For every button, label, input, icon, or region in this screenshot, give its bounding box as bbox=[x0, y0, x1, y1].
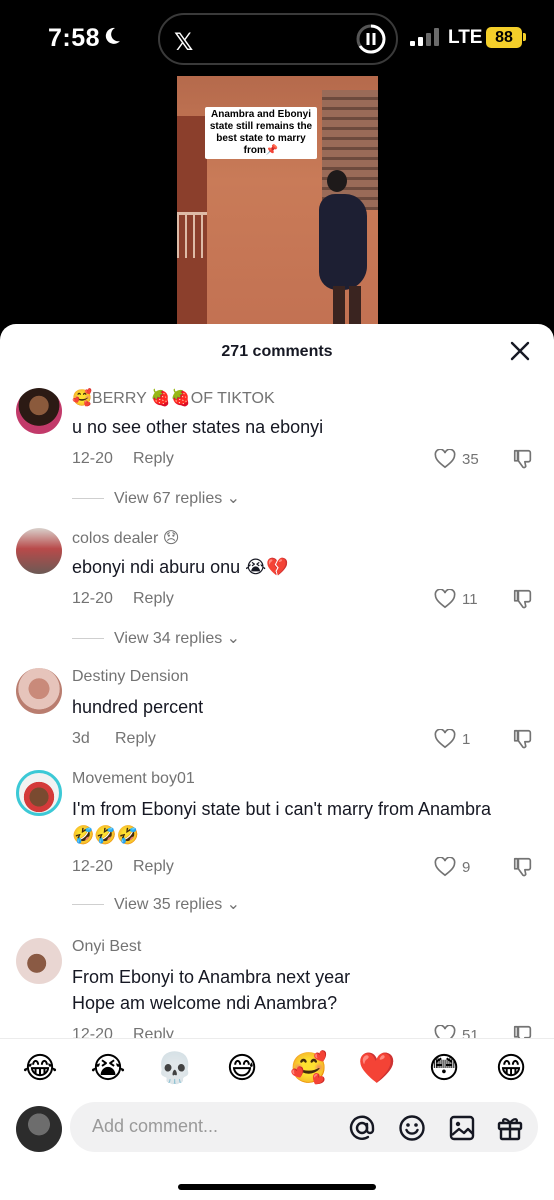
comment-username[interactable]: 🥰BERRY 🍓🍓OF TIKTOK bbox=[72, 388, 275, 408]
reply-button[interactable]: Reply bbox=[133, 1026, 174, 1038]
sheet-header: 271 comments bbox=[0, 324, 554, 378]
emoji-icon[interactable] bbox=[398, 1114, 426, 1142]
reply-button[interactable]: Reply bbox=[115, 730, 156, 748]
thumbs-down-icon[interactable] bbox=[512, 448, 534, 470]
comment-date: 12-20 bbox=[72, 858, 113, 875]
divider-line bbox=[72, 638, 104, 640]
dynamic-island[interactable]: 𝕏 bbox=[158, 13, 398, 65]
heart-icon[interactable] bbox=[434, 729, 456, 749]
comment-input-placeholder: Add comment... bbox=[92, 1116, 219, 1136]
view-replies-button[interactable]: View 34 replies ⌄ bbox=[72, 628, 240, 648]
emoji-button[interactable]: 😂 bbox=[20, 1049, 60, 1089]
comment-item: colos dealer 😞 ebonyi ndi aburu onu 😭💔 1… bbox=[0, 522, 554, 658]
heart-icon[interactable] bbox=[434, 1025, 456, 1038]
comment-date: 12-20 bbox=[72, 590, 113, 607]
emoji-button[interactable]: 😭 bbox=[88, 1049, 128, 1089]
video-caption: Anambra and Ebonyi state still remains t… bbox=[205, 107, 317, 159]
chevron-down-icon: ⌄ bbox=[226, 490, 241, 507]
avatar[interactable] bbox=[16, 938, 62, 984]
video-person bbox=[319, 170, 367, 336]
comment-count: 271 comments bbox=[221, 343, 333, 360]
comment-text: u no see other states na ebonyi bbox=[72, 417, 324, 437]
chevron-down-icon: ⌄ bbox=[226, 630, 241, 647]
emoji-button[interactable]: 😁 bbox=[491, 1049, 531, 1089]
emoji-quick-bar: 😂 😭 💀 😅 🥰 ❤️ 😳 😁 bbox=[0, 1038, 554, 1094]
status-bar: 7:58 𝕏 LTE 88 bbox=[0, 0, 554, 76]
comment-username[interactable]: colos dealer 😞 bbox=[72, 528, 179, 548]
reply-button[interactable]: Reply bbox=[133, 590, 174, 608]
like-count: 11 bbox=[462, 591, 478, 608]
thumbs-down-icon[interactable] bbox=[512, 856, 534, 878]
heart-icon[interactable] bbox=[434, 857, 456, 877]
comment-date: 12-20 bbox=[72, 450, 113, 467]
x-logo-icon: 𝕏 bbox=[174, 29, 194, 56]
video-player[interactable]: Anambra and Ebonyi state still remains t… bbox=[177, 76, 378, 336]
comment-date: 12-20 bbox=[72, 1026, 113, 1038]
pause-icon[interactable] bbox=[356, 24, 386, 54]
chevron-down-icon: ⌄ bbox=[226, 896, 241, 913]
emoji-button[interactable]: ❤️ bbox=[357, 1049, 397, 1089]
video-railing bbox=[177, 212, 207, 258]
divider-line bbox=[72, 904, 104, 906]
like-count: 51 bbox=[462, 1027, 479, 1038]
emoji-button[interactable]: 🥰 bbox=[289, 1049, 329, 1089]
view-replies-button[interactable]: View 35 replies ⌄ bbox=[72, 894, 240, 914]
comment-input-bar: Add comment... bbox=[0, 1096, 554, 1170]
comments-list[interactable]: 🥰BERRY 🍓🍓OF TIKTOK u no see other states… bbox=[0, 378, 554, 1038]
view-replies-label: View 34 replies bbox=[114, 630, 223, 647]
reply-button[interactable]: Reply bbox=[133, 450, 174, 468]
view-replies-label: View 67 replies bbox=[114, 490, 223, 507]
reply-button[interactable]: Reply bbox=[133, 858, 174, 876]
battery-icon: 88 bbox=[486, 27, 522, 48]
like-count: 1 bbox=[462, 731, 471, 748]
comment-username[interactable]: Onyi Best bbox=[72, 938, 141, 956]
my-avatar bbox=[16, 1106, 62, 1152]
comment-item: Movement boy01 I'm from Ebonyi state but… bbox=[0, 764, 554, 926]
comment-date: 3d bbox=[72, 730, 90, 747]
thumbs-down-icon[interactable] bbox=[512, 588, 534, 610]
clock: 7:58 bbox=[48, 24, 101, 52]
comment-item: 🥰BERRY 🍓🍓OF TIKTOK u no see other states… bbox=[0, 382, 554, 518]
person-head bbox=[327, 170, 347, 192]
comment-input[interactable]: Add comment... bbox=[70, 1102, 538, 1152]
battery-tip bbox=[523, 33, 526, 41]
like-count: 9 bbox=[462, 859, 471, 876]
avatar[interactable] bbox=[16, 388, 62, 434]
network-type: LTE bbox=[448, 27, 483, 48]
thumbs-down-icon[interactable] bbox=[512, 1024, 534, 1038]
image-icon[interactable] bbox=[448, 1114, 476, 1142]
emoji-button[interactable]: 💀 bbox=[155, 1049, 195, 1089]
comment-text: I'm from Ebonyi state but i can't marry … bbox=[72, 799, 492, 845]
comments-sheet: 271 comments 🥰BERRY 🍓🍓OF TIKTOK u no see… bbox=[0, 324, 554, 1200]
mention-icon[interactable] bbox=[348, 1114, 376, 1142]
thumbs-down-icon[interactable] bbox=[512, 728, 534, 750]
view-replies-button[interactable]: View 67 replies ⌄ bbox=[72, 488, 240, 508]
divider-line bbox=[72, 498, 104, 500]
home-indicator[interactable] bbox=[178, 1184, 376, 1190]
comment-text: ebonyi ndi aburu onu 😭💔 bbox=[72, 557, 289, 577]
close-icon[interactable] bbox=[510, 341, 530, 361]
avatar[interactable] bbox=[16, 528, 62, 574]
avatar[interactable] bbox=[16, 770, 62, 816]
emoji-button[interactable]: 😳 bbox=[424, 1049, 464, 1089]
comment-text: From Ebonyi to Anambra next year Hope am… bbox=[72, 967, 351, 1013]
heart-icon[interactable] bbox=[434, 589, 456, 609]
moon-icon bbox=[105, 27, 120, 44]
comment-item: Destiny Dension hundred percent 3d Reply… bbox=[0, 662, 554, 762]
person-body bbox=[319, 194, 367, 290]
signal-icon bbox=[410, 28, 439, 46]
view-replies-label: View 35 replies bbox=[114, 896, 223, 913]
like-count: 35 bbox=[462, 451, 479, 468]
comment-username[interactable]: Movement boy01 bbox=[72, 770, 195, 788]
comment-text: hundred percent bbox=[72, 697, 204, 717]
comment-username[interactable]: Destiny Dension bbox=[72, 668, 189, 686]
emoji-button[interactable]: 😅 bbox=[222, 1049, 262, 1089]
comment-item: Onyi Best From Ebonyi to Anambra next ye… bbox=[0, 932, 554, 1038]
heart-icon[interactable] bbox=[434, 449, 456, 469]
avatar[interactable] bbox=[16, 668, 62, 714]
gift-icon[interactable] bbox=[496, 1114, 524, 1142]
